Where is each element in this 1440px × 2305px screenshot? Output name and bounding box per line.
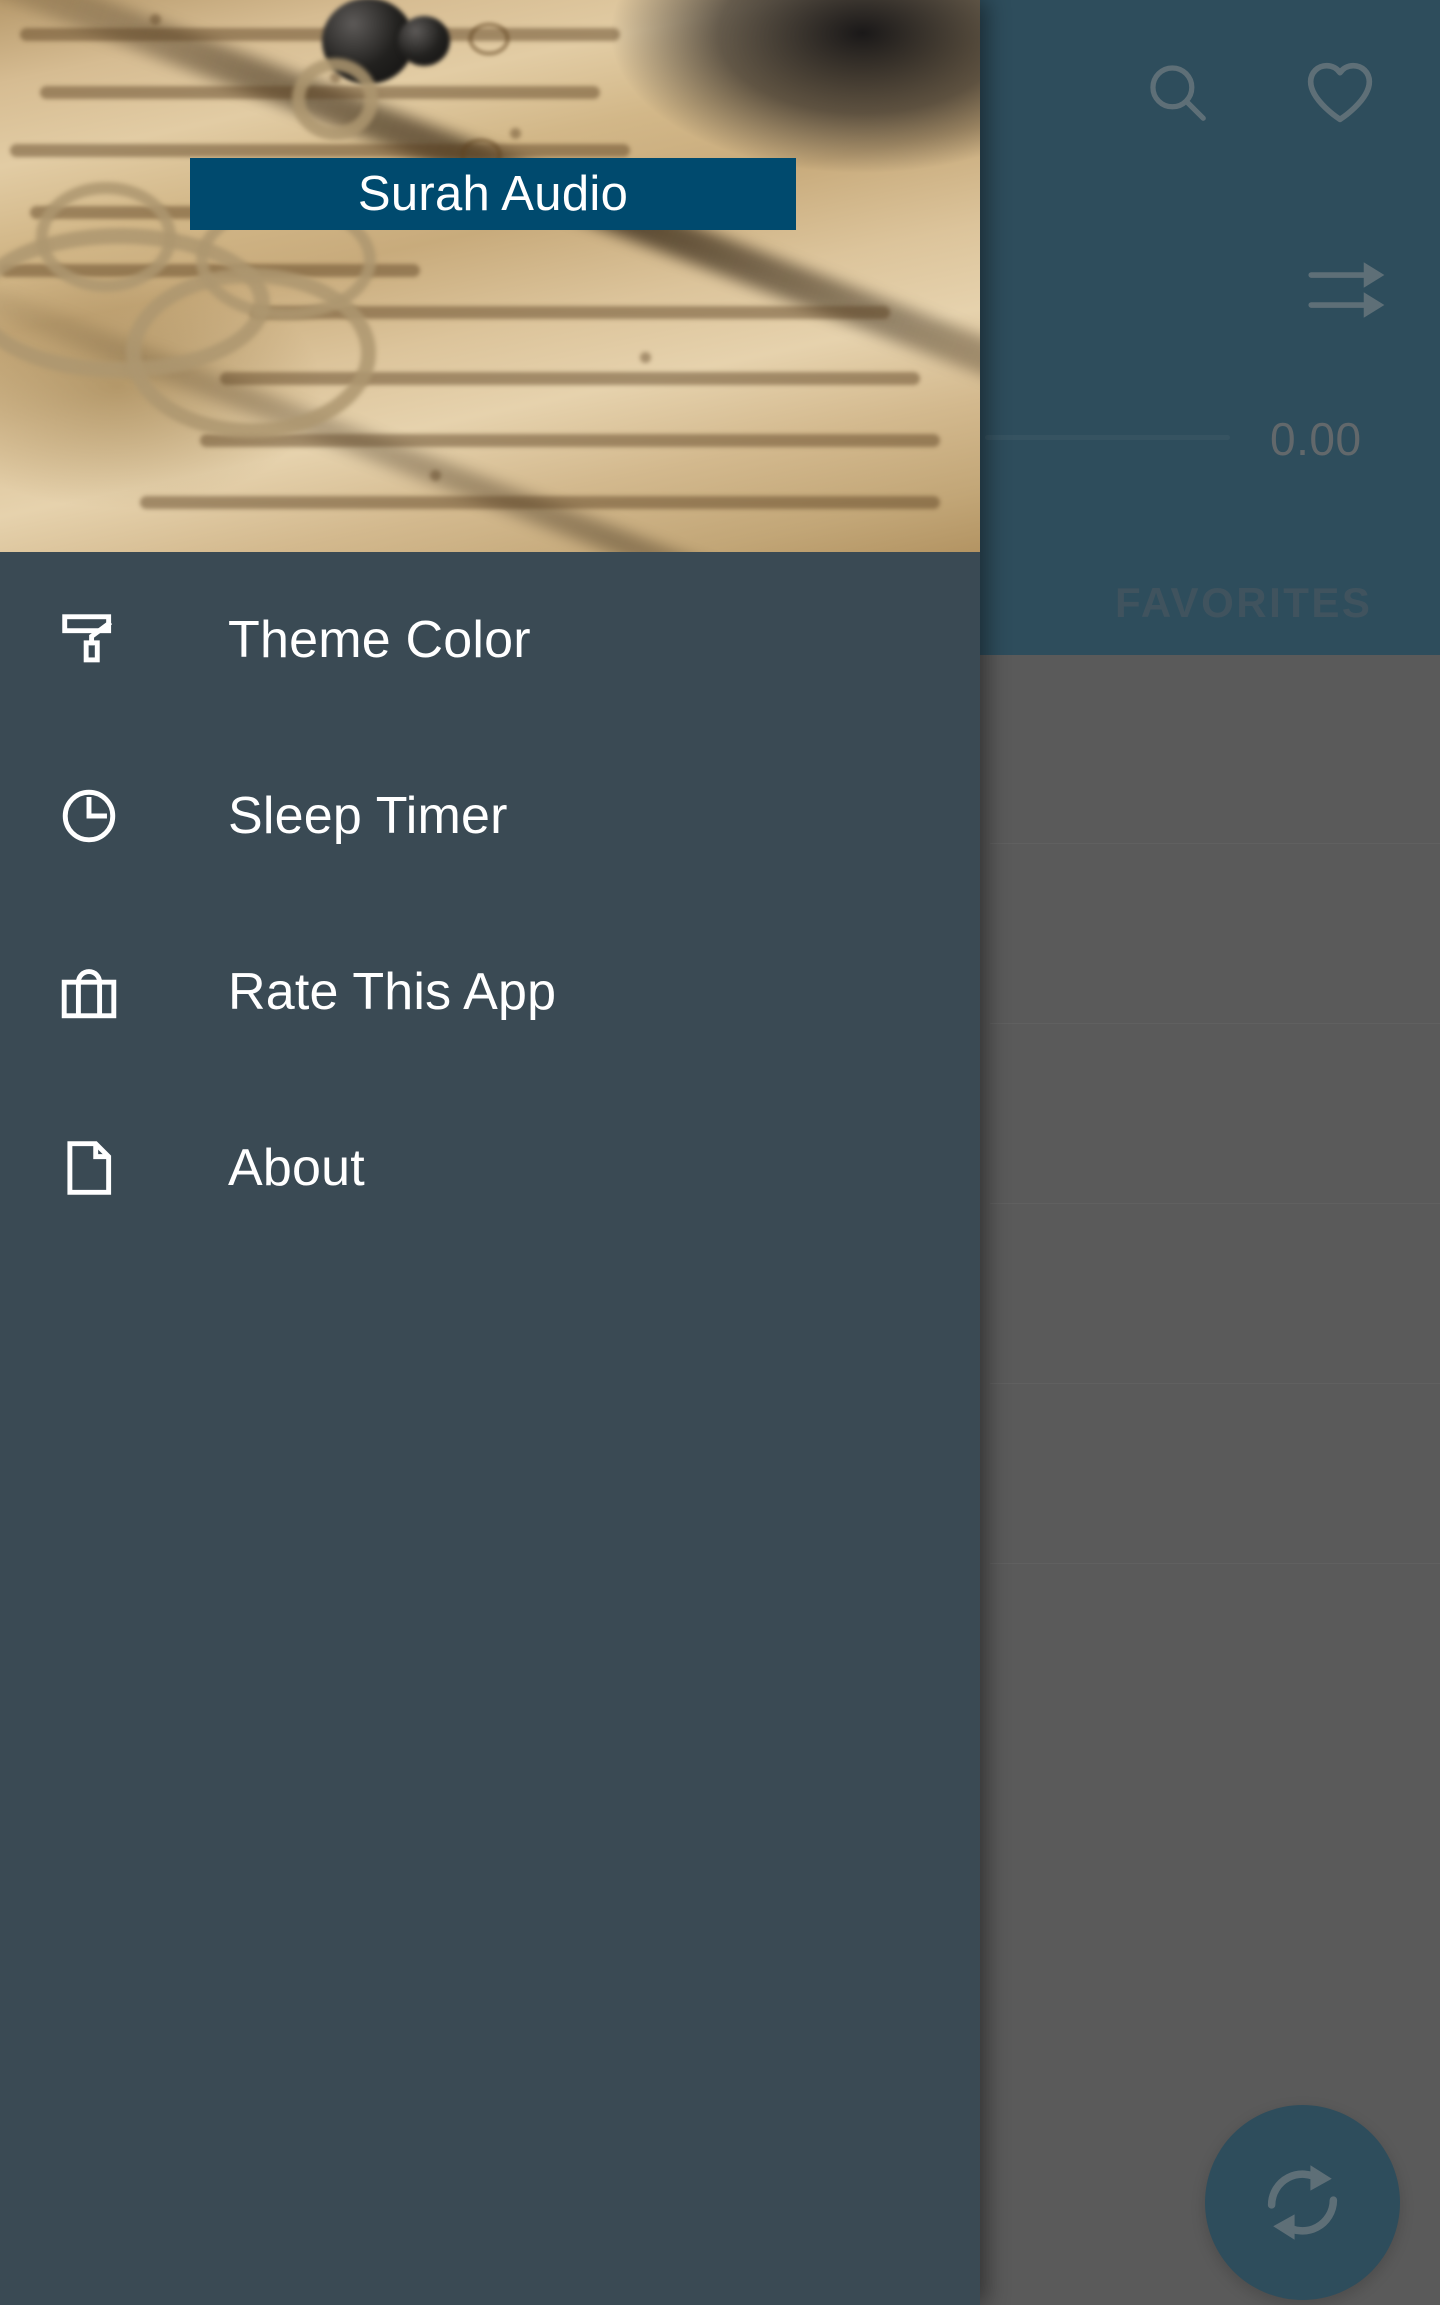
drawer-header: Surah Audio	[0, 0, 980, 552]
drawer-item-theme-color[interactable]: Theme Color	[0, 552, 980, 728]
list-row[interactable]	[990, 1383, 1440, 1384]
refresh-loop-icon	[1255, 2155, 1350, 2250]
drawer-item-about[interactable]: About	[0, 1080, 980, 1256]
drawer-item-label: Theme Color	[228, 611, 531, 669]
heart-icon[interactable]	[1300, 52, 1380, 132]
arabic-script-line	[20, 28, 620, 41]
drawer-item-label: Sleep Timer	[228, 787, 508, 845]
shopping-bag-icon	[56, 959, 122, 1025]
arabic-diacritic-dot	[430, 470, 441, 481]
navigation-drawer: Surah Audio Theme Color Sleep Timer Rate…	[0, 0, 980, 2305]
refresh-fab-button[interactable]	[1205, 2105, 1400, 2300]
chain-loop	[292, 58, 378, 140]
document-icon	[56, 1135, 122, 1201]
search-icon[interactable]	[1140, 55, 1214, 129]
list-row[interactable]	[990, 1563, 1440, 1564]
drawer-item-rate-this-app[interactable]: Rate This App	[0, 904, 980, 1080]
arabic-diacritic-dot	[510, 128, 521, 139]
drawer-item-label: Rate This App	[228, 963, 557, 1021]
prayer-bead	[398, 16, 450, 66]
list-row[interactable]	[990, 843, 1440, 844]
double-arrow-right-icon[interactable]	[1295, 245, 1395, 335]
arabic-diacritic-dot	[150, 14, 161, 25]
tab-favorites[interactable]: FAVORITES	[1115, 579, 1372, 627]
arabic-script-line	[10, 144, 630, 157]
drawer-title-text: Surah Audio	[357, 167, 629, 221]
arabic-script-line	[140, 496, 940, 509]
arabic-script-line	[200, 434, 940, 447]
app-screen: 0.00 ST FAVORITES	[0, 0, 1440, 2305]
drawer-item-sleep-timer[interactable]: Sleep Timer	[0, 728, 980, 904]
list-row[interactable]	[990, 1203, 1440, 1204]
player-duration-label: 0.00	[1270, 413, 1362, 465]
list-row[interactable]	[990, 1023, 1440, 1024]
drawer-menu: Theme Color Sleep Timer Rate This App Ab…	[0, 552, 980, 1256]
verse-marker-icon	[468, 22, 510, 56]
clock-icon	[56, 783, 122, 849]
chain-loop	[36, 182, 176, 292]
seekbar-track	[985, 435, 1230, 440]
arabic-diacritic-dot	[640, 352, 651, 363]
paint-roller-icon	[56, 607, 122, 673]
quran-photo-background	[0, 0, 980, 552]
drawer-title-banner: Surah Audio	[190, 158, 796, 230]
drawer-item-label: About	[228, 1139, 365, 1197]
player-seekbar[interactable]	[985, 432, 1440, 442]
